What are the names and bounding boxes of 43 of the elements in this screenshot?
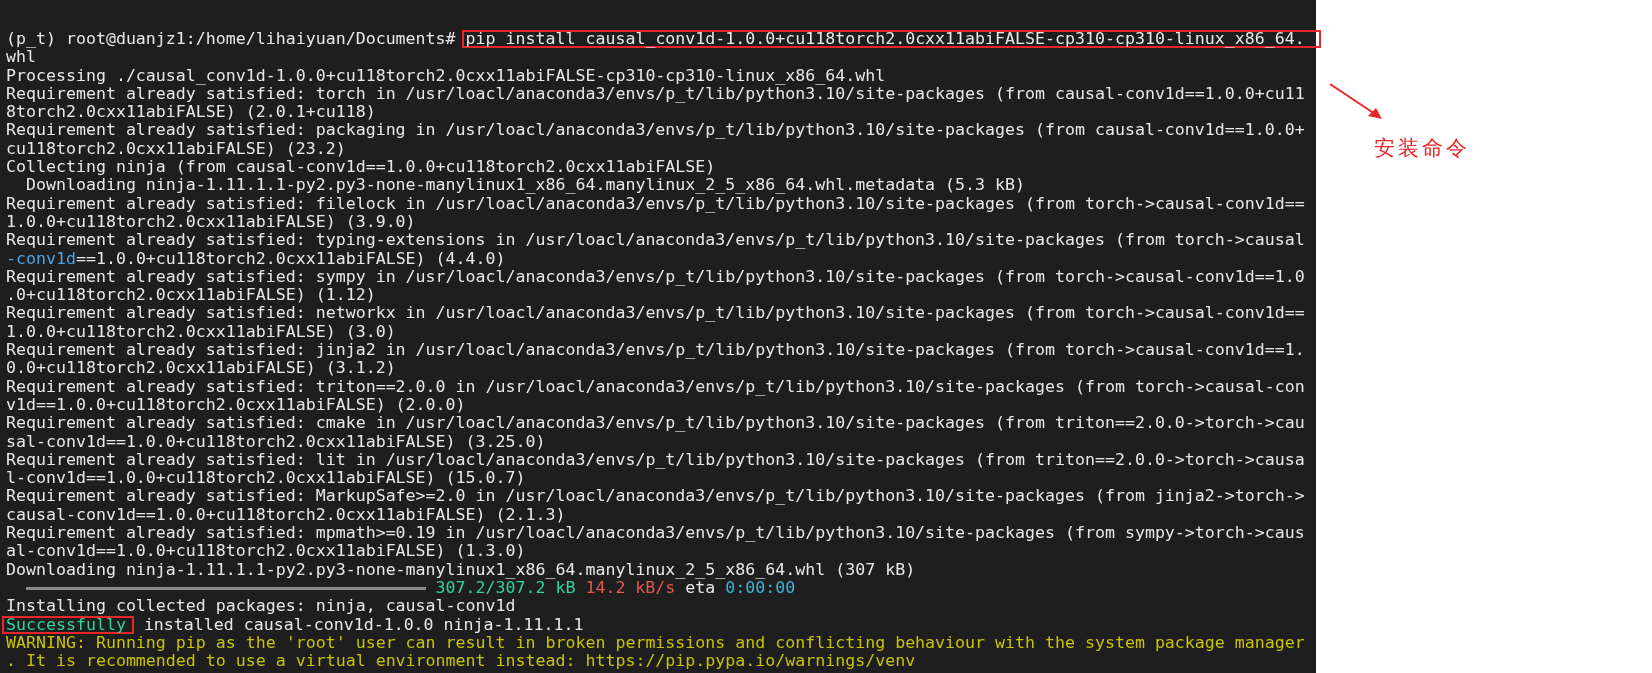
terminal-text: Requirement already satisfied: filelock in /usr/loacl/anaconda3/envs/p_t/lib/python3.10/site-packages (from torch->causal-conv1d== bbox=[6, 194, 1305, 213]
arrow-icon bbox=[1328, 82, 1384, 122]
terminal-text: Requirement already satisfied: cmake in /usr/loacl/anaconda3/envs/p_t/lib/python3.10/site-packages (from triton==2.0.0->torch->cau bbox=[6, 414, 1305, 433]
terminal-text: v1d==1.0.0+cu118torch2.0cxx11abiFALSE) (2.0.0) bbox=[6, 395, 466, 415]
terminal-text: 0:00:00 bbox=[725, 578, 796, 598]
terminal-text: -conv1d bbox=[6, 249, 76, 268]
terminal-text: Downloading ninja-1.11.1.1-py2.py3-none-manylinux1_x86_64.manylinux_2_5_x86_64.whl (307 kB) bbox=[6, 560, 916, 579]
terminal-text: Installing collected packages: ninja, causal-conv1d bbox=[6, 597, 516, 616]
warning-text: WARNING: Running pip as the 'root' user can result in broken permissions and conflicting behaviour with the system package manager bbox=[6, 633, 1305, 653]
terminal-text: 8torch2.0cxx11abiFALSE) (2.0.1+cu118) bbox=[6, 103, 376, 122]
terminal-text: 307.2/307.2 kB bbox=[435, 578, 576, 598]
terminal-text: Requirement already satisfied: MarkupSafe>=2.0 in /usr/loacl/anaconda3/envs/p_t/lib/python3.10/site-packages (from jinja2->torch-> bbox=[6, 487, 1305, 506]
terminal-text: causal-conv1d==1.0.0+cu118torch2.0cxx11abiFALSE) (2.1.3) bbox=[6, 505, 566, 524]
terminal-text: 0.0+cu118torch2.0cxx11abiFALSE) (3.1.2) bbox=[6, 359, 396, 378]
terminal-text: sal-conv1d==1.0.0+cu118torch2.0cxx11abiFALSE) (3.25.0) bbox=[6, 432, 546, 451]
terminal-text: Requirement already satisfied: mpmath>=0.19 in /usr/loacl/anaconda3/envs/p_t/lib/python3.10/site-packages (from sympy->torch->caus bbox=[6, 524, 1305, 543]
terminal-text: cu118torch2.0cxx11abiFALSE) (23.2) bbox=[6, 139, 346, 159]
terminal-text: eta bbox=[685, 578, 716, 598]
terminal-text: l-conv1d==1.0.0+cu118torch2.0cxx11abiFALSE) (15.0.7) bbox=[6, 469, 526, 488]
terminal-text: (p_t) root@duanjz1:/home/lihaiyuan/Documents# bbox=[6, 30, 457, 49]
terminal-text: installed causal-conv1d-1.0.0 ninja-1.11.1.1 bbox=[142, 615, 584, 634]
terminal-text: Processing ./causal_conv1d-1.0.0+cu118torch2.0cxx11abiFALSE-cp310-cp310-linux_x86_64.whl bbox=[6, 66, 886, 85]
terminal-text: 1.0.0+cu118torch2.0cxx11abiFALSE) (3.9.0) bbox=[6, 212, 416, 232]
terminal-text: Requirement already satisfied: triton==2.0.0 in /usr/loacl/anaconda3/envs/p_t/lib/python3.10/site-packages (from torch->causal-con bbox=[6, 377, 1305, 396]
terminal-text: pip install causal_conv1d-1.0.0+cu118torch2.0cxx11abiFALSE-cp310-cp310-linux_x86_64. bbox=[465, 32, 1305, 47]
warning-text: . It is recommended to use a virtual environment instead: https://pip.pypa.io/warnings/venv bbox=[6, 652, 916, 671]
annotation-label: 安装命令 bbox=[1374, 135, 1471, 162]
terminal-text: ==1.0.0+cu118torch2.0cxx11abiFALSE) (4.4.0) bbox=[75, 249, 506, 268]
terminal-text: 1.0.0+cu118torch2.0cxx11abiFALSE) (3.0) bbox=[6, 322, 396, 342]
terminal-text: Requirement already satisfied: torch in /usr/loacl/anaconda3/envs/p_t/lib/python3.10/site-packages (from causal-conv1d==1.0.0+cu11 bbox=[6, 84, 1305, 104]
terminal-text: Collecting ninja (from causal-conv1d==1.0.0+cu118torch2.0cxx11abiFALSE) bbox=[6, 158, 716, 177]
terminal-text: Successfully bbox=[6, 617, 126, 632]
terminal-text: .0+cu118torch2.0cxx11abiFALSE) (1.12) bbox=[6, 286, 376, 305]
terminal-text: whl bbox=[6, 48, 36, 67]
terminal-text: 14.2 kB/s bbox=[585, 578, 676, 598]
terminal-text: Downloading ninja-1.11.1.1-py2.py3-none-manylinux1_x86_64.manylinux_2_5_x86_64.whl.metadata (5.3 kB) bbox=[24, 176, 1025, 195]
terminal-text: Requirement already satisfied: lit in /usr/loacl/anaconda3/envs/p_t/lib/python3.10/site-packages (from triton==2.0.0->torch->causa bbox=[6, 450, 1305, 470]
terminal-text: Requirement already satisfied: sympy in /usr/loacl/anaconda3/envs/p_t/lib/python3.10/site-packages (from torch->causal-conv1d==1.0 bbox=[6, 267, 1305, 287]
terminal-text: al-conv1d==1.0.0+cu118torch2.0cxx11abiFALSE) (1.3.0) bbox=[6, 542, 526, 561]
terminal-text: Requirement already satisfied: jinja2 in /usr/loacl/anaconda3/envs/p_t/lib/python3.10/site-packages (from torch->causal-conv1d==1. bbox=[6, 341, 1305, 360]
terminal-text: Requirement already satisfied: networkx in /usr/loacl/anaconda3/envs/p_t/lib/python3.10/site-packages (from torch->causal-conv1d== bbox=[6, 304, 1305, 323]
terminal-text: Requirement already satisfied: packaging in /usr/loacl/anaconda3/envs/p_t/lib/python3.10/site-packages (from causal-conv1d==1.0.0+ bbox=[6, 121, 1305, 140]
terminal-text: Requirement already satisfied: typing-extensions in /usr/loacl/anaconda3/envs/p_t/lib/python3.10/site-packages (from torch->causal bbox=[6, 231, 1305, 250]
